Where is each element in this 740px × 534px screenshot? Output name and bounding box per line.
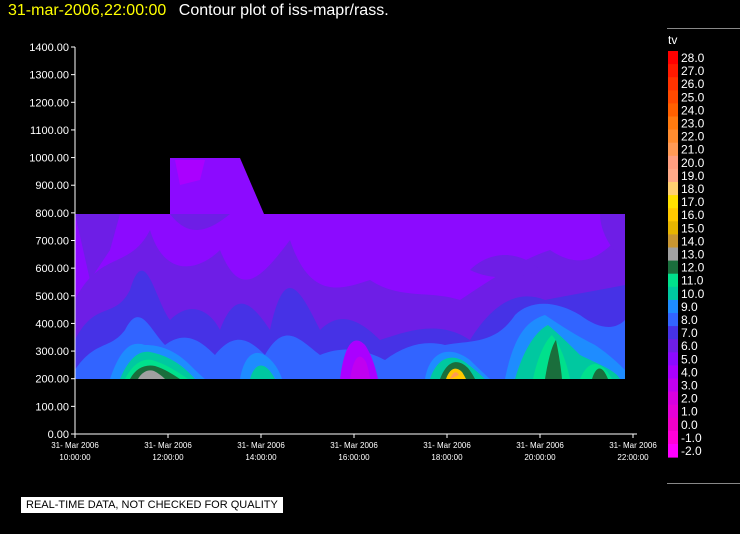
legend-swatch bbox=[668, 444, 678, 458]
legend-swatch bbox=[668, 208, 678, 222]
legend-swatch bbox=[668, 195, 678, 209]
x-tick-time: 16:00:00 bbox=[338, 453, 370, 462]
legend-swatch bbox=[668, 77, 678, 91]
y-tick-label: 1400.00 bbox=[29, 42, 69, 54]
legend-level-label: 16.0 bbox=[681, 208, 705, 222]
legend-level-label: 1.0 bbox=[681, 405, 698, 419]
y-tick-label: 100.00 bbox=[35, 401, 69, 413]
x-tick-time: 10:00:00 bbox=[59, 453, 91, 462]
legend-swatch bbox=[668, 129, 678, 144]
legend-level-label: -2.0 bbox=[681, 444, 702, 458]
legend-level-label: 12.0 bbox=[681, 261, 705, 275]
legend-level-label: 21.0 bbox=[681, 143, 705, 157]
legend-swatch bbox=[668, 142, 678, 157]
legend-swatch bbox=[668, 247, 678, 262]
x-tick-date: 31- Mar 2006 bbox=[609, 441, 657, 450]
y-tick-label: 1000.00 bbox=[29, 153, 69, 165]
legend-swatch bbox=[668, 116, 678, 131]
legend-swatch bbox=[668, 155, 678, 170]
legend-swatch bbox=[668, 313, 678, 327]
legend-level-label: 23.0 bbox=[681, 117, 705, 131]
legend-swatch bbox=[668, 299, 678, 314]
legend-swatch bbox=[668, 273, 678, 288]
legend-swatch bbox=[668, 103, 678, 117]
legend-level-label: 8.0 bbox=[681, 313, 698, 327]
legend-swatch bbox=[668, 182, 678, 196]
y-tick-label: 1300.00 bbox=[29, 70, 69, 82]
y-tick-label: 0.00 bbox=[48, 429, 69, 441]
legend-swatch bbox=[668, 326, 678, 340]
legend-swatch bbox=[668, 365, 678, 379]
x-tick-date: 31- Mar 2006 bbox=[423, 441, 471, 450]
legend-swatch bbox=[668, 64, 678, 78]
legend-level-label: 10.0 bbox=[681, 287, 705, 301]
legend-level-label: 7.0 bbox=[681, 326, 698, 340]
legend-level-label: -1.0 bbox=[681, 431, 702, 445]
quality-disclaimer: REAL-TIME DATA, NOT CHECKED FOR QUALITY bbox=[20, 496, 284, 514]
x-tick-date: 31- Mar 2006 bbox=[144, 441, 192, 450]
legend-level-label: 27.0 bbox=[681, 64, 705, 78]
legend-swatch bbox=[668, 378, 678, 393]
legend-level-label: 20.0 bbox=[681, 156, 705, 170]
x-tick-time: 22:00:00 bbox=[617, 453, 649, 462]
y-tick-label: 800.00 bbox=[35, 208, 69, 220]
legend-level-label: 28.0 bbox=[681, 51, 705, 65]
legend-level-label: 4.0 bbox=[681, 365, 698, 379]
legend-swatch bbox=[668, 168, 678, 183]
legend-level-label: 17.0 bbox=[681, 195, 705, 209]
legend-level-label: 9.0 bbox=[681, 300, 698, 314]
legend-swatch bbox=[668, 339, 678, 353]
x-tick-time: 12:00:00 bbox=[152, 453, 184, 462]
legend-swatch bbox=[668, 260, 678, 275]
legend-level-label: 14.0 bbox=[681, 234, 705, 248]
legend-level-label: 18.0 bbox=[681, 182, 705, 196]
x-tick-date: 31- Mar 2006 bbox=[516, 441, 564, 450]
y-tick-label: 300.00 bbox=[35, 346, 69, 358]
legend-level-label: 26.0 bbox=[681, 77, 705, 91]
legend-level-label: 24.0 bbox=[681, 103, 705, 117]
legend-level-label: 2.0 bbox=[681, 392, 698, 406]
y-tick-label: 900.00 bbox=[35, 180, 69, 192]
legend-swatch bbox=[668, 221, 678, 235]
legend-top-rule bbox=[667, 28, 740, 29]
color-legend: tv 28.027.026.025.024.023.022.021.020.019… bbox=[668, 33, 705, 458]
x-tick-date: 31- Mar 2006 bbox=[330, 441, 378, 450]
legend-swatch bbox=[668, 430, 678, 445]
legend-level-label: 25.0 bbox=[681, 90, 705, 104]
legend-swatch bbox=[668, 391, 678, 406]
legend-swatch bbox=[668, 51, 678, 65]
x-tick-date: 31- Mar 2006 bbox=[51, 441, 99, 450]
x-tick-time: 18:00:00 bbox=[431, 453, 463, 462]
legend-swatch bbox=[668, 90, 678, 104]
y-tick-label: 1200.00 bbox=[29, 97, 69, 109]
contour-chart: 0.00 100.00 200.00 300.00 400.00 500.00 600.00… bbox=[29, 33, 705, 462]
legend-level-label: 3.0 bbox=[681, 379, 698, 393]
x-tick-date: 31- Mar 2006 bbox=[237, 441, 285, 450]
legend-level-label: 0.0 bbox=[681, 418, 698, 432]
legend-level-label: 5.0 bbox=[681, 352, 698, 366]
legend-swatch bbox=[668, 286, 678, 301]
y-tick-label: 1100.00 bbox=[30, 125, 69, 137]
y-tick-label: 600.00 bbox=[35, 263, 69, 275]
y-tick-label: 200.00 bbox=[35, 374, 69, 386]
legend-level-label: 6.0 bbox=[681, 339, 698, 353]
y-tick-label: 400.00 bbox=[35, 318, 69, 330]
legend-title: tv bbox=[668, 33, 677, 47]
legend-level-label: 22.0 bbox=[681, 130, 705, 144]
y-tick-label: 700.00 bbox=[35, 236, 69, 248]
x-tick-time: 14:00:00 bbox=[245, 453, 277, 462]
legend-swatch bbox=[668, 404, 678, 419]
x-tick-time: 20:00:00 bbox=[524, 453, 556, 462]
legend-bottom-rule bbox=[667, 483, 740, 484]
legend-level-label: 11.0 bbox=[681, 274, 704, 288]
legend-swatch bbox=[668, 352, 678, 366]
legend-swatch bbox=[668, 234, 678, 248]
legend-level-label: 19.0 bbox=[681, 169, 705, 183]
y-tick-label: 500.00 bbox=[35, 291, 69, 303]
legend-level-label: 13.0 bbox=[681, 248, 705, 262]
legend-level-label: 15.0 bbox=[681, 221, 705, 235]
legend-swatch bbox=[668, 417, 678, 432]
